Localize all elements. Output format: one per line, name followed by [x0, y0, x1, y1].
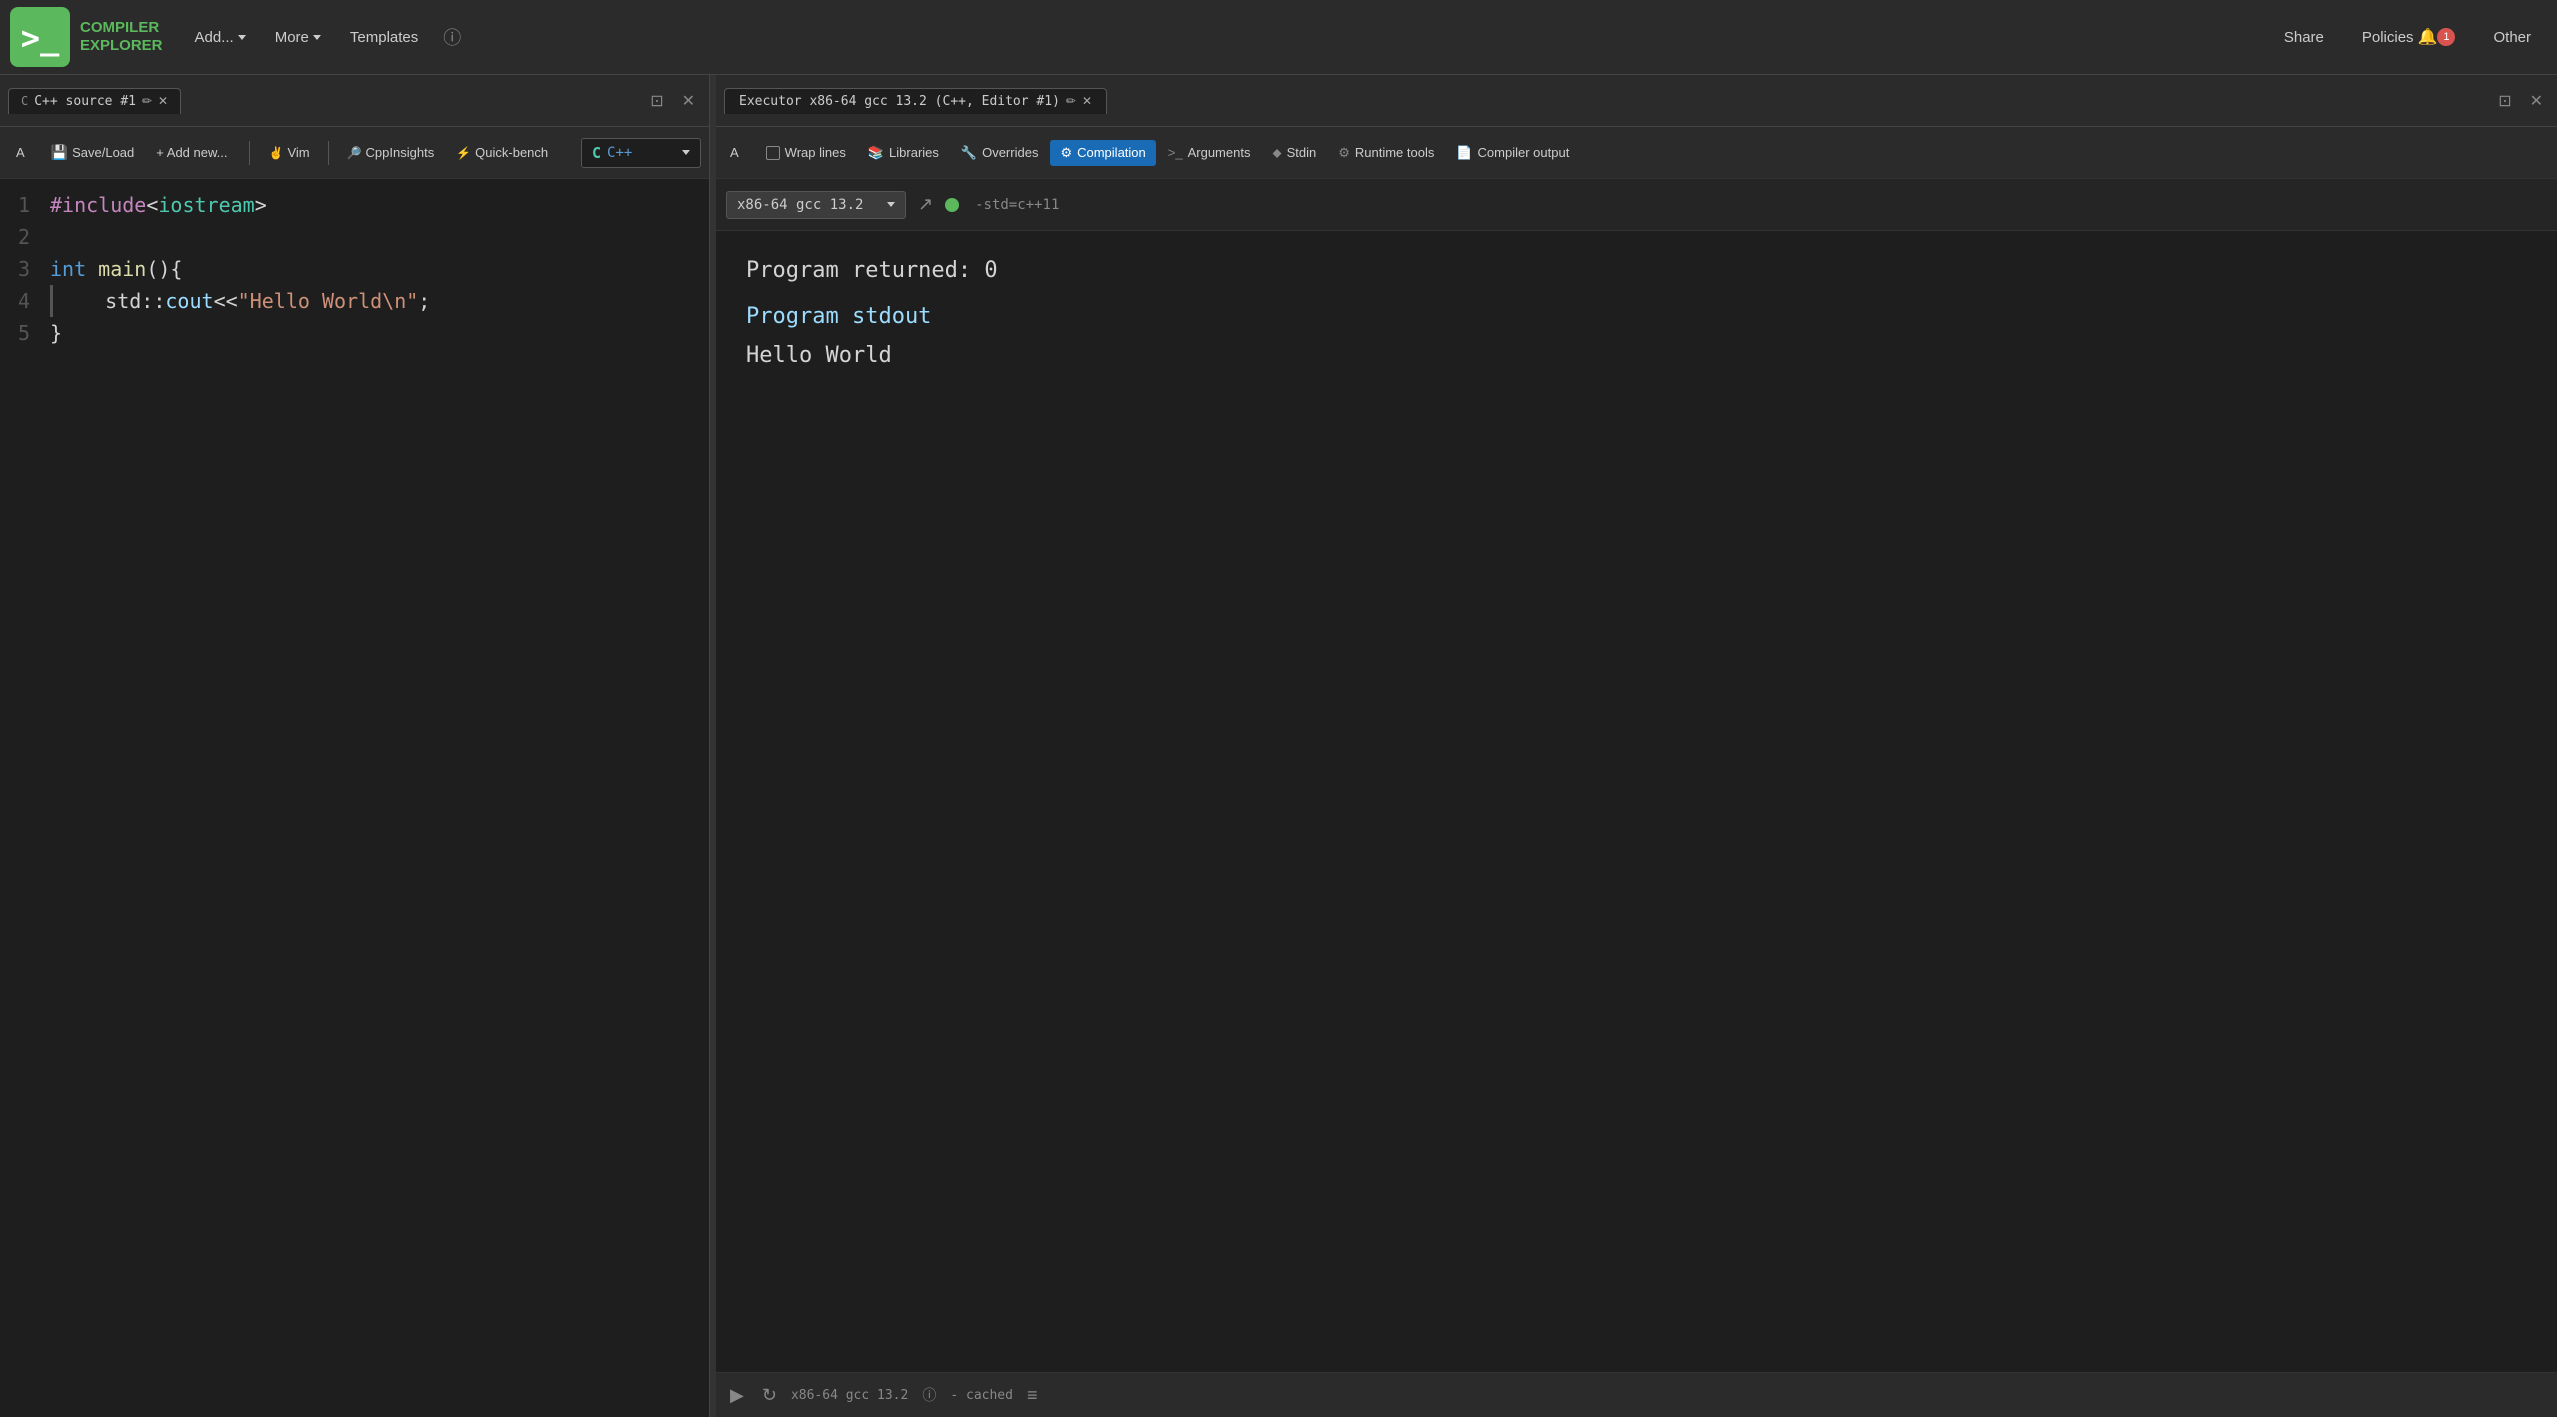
- editor-maximize-button[interactable]: ⊡: [644, 89, 669, 113]
- output-area: Program returned: 0 Program stdout Hello…: [716, 231, 2557, 1372]
- more-button[interactable]: More: [263, 23, 333, 52]
- exec-runtime-tools-button[interactable]: ⚙ Runtime tools: [1328, 140, 1444, 166]
- editor-close-button[interactable]: ✕: [676, 89, 701, 113]
- compiler-output-icon: 📄: [1456, 145, 1472, 161]
- toolbar-separator-1: [249, 141, 250, 165]
- statusbar-run-button[interactable]: ▶: [726, 1381, 748, 1410]
- exec-arguments-button[interactable]: >_ Arguments: [1158, 140, 1261, 165]
- info-button[interactable]: ⓘ: [435, 20, 469, 54]
- exec-stdin-button[interactable]: ⬥ Stdin: [1262, 140, 1326, 166]
- compilation-icon: ⚙: [1060, 145, 1072, 161]
- editor-toolbar: A 💾 Save/Load + Add new... ✌ Vim 🔎 CppIn…: [0, 127, 709, 179]
- brand-text: COMPILER EXPLORER: [80, 19, 163, 55]
- vim-icon: ✌: [268, 146, 283, 160]
- arguments-icon: >_: [1168, 145, 1183, 160]
- executor-maximize-button[interactable]: ⊡: [2492, 89, 2517, 113]
- statusbar-list-button[interactable]: ≡: [1023, 1381, 1042, 1410]
- statusbar-cached-label: - cached: [950, 1388, 1013, 1403]
- executor-statusbar: ▶ ↻ x86-64 gcc 13.2 ⓘ - cached ≡: [716, 1372, 2557, 1417]
- program-returned-line: Program returned: 0: [746, 251, 2527, 291]
- language-selector[interactable]: C C++: [581, 138, 701, 168]
- cppinsights-button[interactable]: 🔎 CppInsights: [339, 141, 443, 164]
- navbar-items: Add... More Templates ⓘ: [183, 20, 2272, 54]
- executor-tab-actions: ⊡ ✕: [2492, 89, 2549, 113]
- policies-badge: 1: [2437, 28, 2455, 46]
- editor-tab-label: C++ source #1: [34, 94, 136, 109]
- other-button[interactable]: Other: [2481, 23, 2547, 52]
- compiler-caret-icon: [887, 202, 895, 207]
- editor-tab[interactable]: C C++ source #1 ✏ ✕: [8, 88, 181, 114]
- brand: >_ COMPILER EXPLORER: [10, 7, 163, 67]
- editor-tabbar: C C++ source #1 ✏ ✕ ⊡ ✕: [0, 75, 709, 127]
- wrap-lines-checkbox-icon: [766, 146, 780, 160]
- compiler-name: x86-64 gcc 13.2: [737, 197, 863, 213]
- exec-wrap-lines-button[interactable]: Wrap lines: [756, 140, 856, 165]
- code-line-4: 4 std::cout<<"Hello World\n";: [0, 285, 709, 317]
- share-button[interactable]: Share: [2272, 23, 2340, 52]
- compiler-selector[interactable]: x86-64 gcc 13.2: [726, 191, 906, 219]
- policies-button[interactable]: Policies 🔔 1: [2350, 21, 2472, 53]
- executor-toolbar: A Wrap lines 📚 Libraries 🔧 Overrides ⚙ C…: [716, 127, 2557, 179]
- main-layout: C C++ source #1 ✏ ✕ ⊡ ✕ A 💾 Save/Load + …: [0, 75, 2557, 1417]
- executor-tab[interactable]: Executor x86-64 gcc 13.2 (C++, Editor #1…: [724, 88, 1107, 114]
- exec-overrides-button[interactable]: 🔧 Overrides: [951, 140, 1049, 166]
- runtime-tools-icon: ⚙: [1338, 145, 1350, 161]
- cppinsights-icon: 🔎: [347, 146, 362, 160]
- cpp-lang-icon: C: [592, 144, 601, 162]
- libraries-icon: 📚: [868, 145, 884, 161]
- compiler-bar: x86-64 gcc 13.2 ↗ -std=c++11: [716, 179, 2557, 231]
- statusbar-info-button[interactable]: ⓘ: [918, 1381, 940, 1409]
- editor-tab-actions: ⊡ ✕: [644, 89, 701, 113]
- code-line-3: 3 int main(){: [0, 253, 709, 285]
- save-load-icon: 💾: [51, 144, 68, 161]
- overrides-icon: 🔧: [961, 145, 977, 161]
- code-line-1: 1 #include<iostream>: [0, 189, 709, 221]
- lang-caret-icon: [682, 150, 690, 155]
- hello-world-line: Hello World: [746, 336, 2527, 376]
- add-new-button[interactable]: + Add new...: [148, 141, 239, 164]
- quickbench-button[interactable]: ⚡ Quick-bench: [448, 141, 556, 164]
- add-caret-icon: [238, 35, 246, 40]
- executor-panel: Executor x86-64 gcc 13.2 (C++, Editor #1…: [716, 75, 2557, 1417]
- statusbar-reload-button[interactable]: ↻: [758, 1381, 781, 1410]
- more-caret-icon: [313, 35, 321, 40]
- code-line-5: 5 }: [0, 317, 709, 349]
- quickbench-icon: ⚡: [456, 146, 471, 160]
- open-new-window-button[interactable]: ↗: [914, 190, 937, 219]
- add-button[interactable]: Add...: [183, 23, 258, 52]
- language-label: C++: [607, 145, 632, 161]
- code-editor[interactable]: 1 #include<iostream> 2 3 int main(){ 4 s…: [0, 179, 709, 1417]
- executor-tab-label: Executor x86-64 gcc 13.2 (C++, Editor #1…: [739, 94, 1060, 109]
- exec-compilation-button[interactable]: ⚙ Compilation: [1050, 140, 1155, 166]
- compiler-flags[interactable]: -std=c++11: [967, 193, 1067, 217]
- exec-libraries-button[interactable]: 📚 Libraries: [858, 140, 949, 166]
- editor-tab-close-button[interactable]: ✕: [158, 94, 168, 108]
- executor-close-button[interactable]: ✕: [2524, 89, 2549, 113]
- font-size-button[interactable]: A: [8, 141, 37, 164]
- save-load-button[interactable]: 💾 Save/Load: [43, 140, 143, 165]
- toolbar-separator-2: [328, 141, 329, 165]
- logo-icon: >_: [10, 7, 70, 67]
- navbar: >_ COMPILER EXPLORER Add... More Templat…: [0, 0, 2557, 75]
- program-stdout-header: Program stdout: [746, 297, 2527, 337]
- svg-text:>_: >_: [21, 19, 60, 57]
- navbar-right: Share Policies 🔔 1 Other: [2272, 21, 2547, 53]
- editor-tab-lang-icon: C: [21, 94, 28, 108]
- exec-compiler-output-button[interactable]: 📄 Compiler output: [1446, 140, 1579, 166]
- executor-tab-edit-icon[interactable]: ✏: [1066, 94, 1076, 108]
- executor-tabbar: Executor x86-64 gcc 13.2 (C++, Editor #1…: [716, 75, 2557, 127]
- compilation-status-dot: [945, 198, 959, 212]
- editor-tab-edit-icon[interactable]: ✏: [142, 94, 152, 108]
- templates-button[interactable]: Templates: [338, 23, 430, 52]
- stdin-icon: ⬥: [1272, 145, 1281, 161]
- editor-panel: C C++ source #1 ✏ ✕ ⊡ ✕ A 💾 Save/Load + …: [0, 75, 710, 1417]
- statusbar-compiler-name: x86-64 gcc 13.2: [791, 1388, 908, 1403]
- vim-button[interactable]: ✌ Vim: [260, 141, 317, 164]
- executor-tab-close-button[interactable]: ✕: [1082, 94, 1092, 108]
- exec-font-size-button[interactable]: A: [720, 140, 754, 165]
- code-line-2: 2: [0, 221, 709, 253]
